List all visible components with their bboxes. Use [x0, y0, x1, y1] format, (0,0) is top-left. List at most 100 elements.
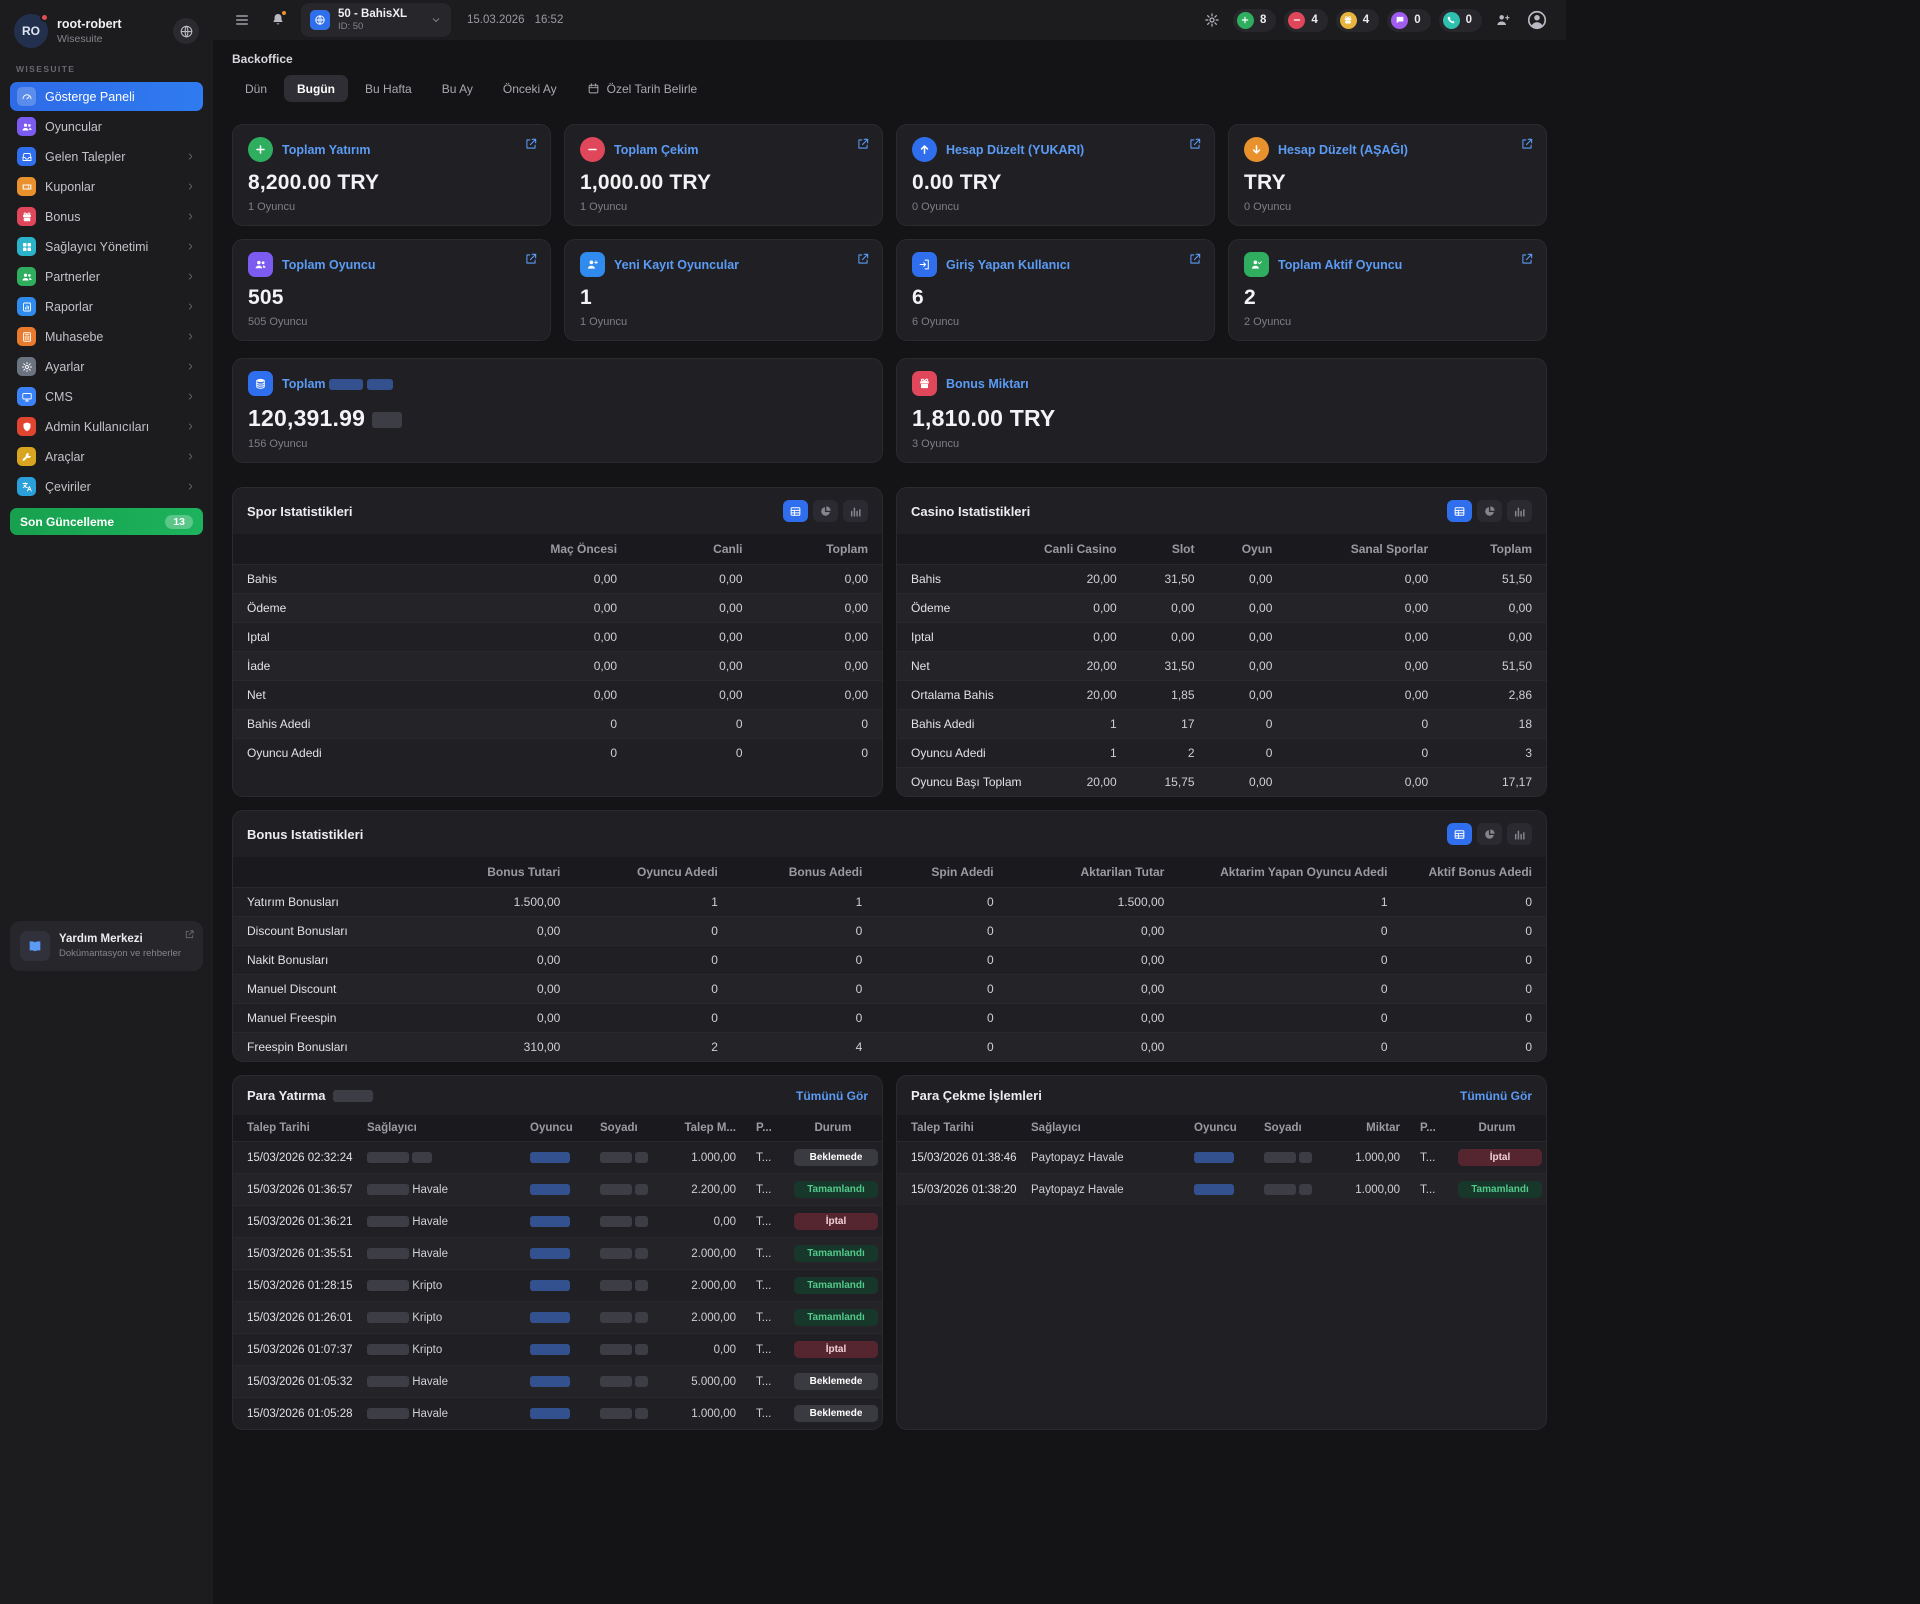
cell-value: 0,00 [757, 594, 882, 623]
user-subtitle: Wisesuite [57, 33, 122, 45]
redacted-text [1264, 1152, 1296, 1163]
sidebar-item-ayarlar[interactable]: Ayarlar [10, 352, 203, 381]
chat-icon [1391, 12, 1408, 29]
table-row: 15/03/2026 01:05:28 Havale 1.000,00T...B… [233, 1398, 882, 1430]
menu-toggle-button[interactable] [229, 7, 255, 33]
external-link-icon[interactable] [1520, 252, 1534, 266]
minus-icon [580, 137, 605, 162]
table-row: 15/03/2026 01:28:15 Kripto 2.000,00T...T… [233, 1270, 882, 1302]
filter-tab-bu-ay[interactable]: Bu Ay [429, 75, 486, 102]
site-selector[interactable]: 50 - BahisXL ID: 50 [301, 3, 451, 38]
avatar[interactable]: RO [14, 14, 48, 48]
bar-view-button[interactable] [1507, 500, 1532, 522]
cell-value: 0 [1402, 888, 1546, 917]
language-button[interactable] [173, 18, 199, 44]
bar-view-button[interactable] [1507, 823, 1532, 845]
cell-value: 1 [1027, 739, 1131, 768]
cell-status: İptal [784, 1206, 882, 1238]
redacted-text [367, 1376, 409, 1387]
view-all-link[interactable]: Tümünü Gör [796, 1089, 868, 1103]
chevron-right-icon [185, 391, 196, 402]
column-header [897, 534, 1027, 565]
sidebar-item-raporlar[interactable]: Raporlar [10, 292, 203, 321]
sidebar-item-partnerler[interactable]: Partnerler [10, 262, 203, 291]
table-view-button[interactable] [1447, 823, 1472, 845]
column-header: Oyuncu Adedi [574, 857, 732, 888]
counter-deposits[interactable]: 8 [1233, 9, 1276, 32]
filter-tab-özel-tarih-belirle[interactable]: Özel Tarih Belirle [574, 75, 710, 102]
table-row: Oyuncu Adedi12003 [897, 739, 1546, 768]
card-value: 0.00 TRY [912, 171, 1199, 195]
counter-withdrawals[interactable]: 4 [1284, 9, 1327, 32]
view-all-link[interactable]: Tümünü Gör [1460, 1089, 1532, 1103]
sidebar-item-oyuncular[interactable]: Oyuncular [10, 112, 203, 141]
cell-value: 1.500,00 [1008, 888, 1179, 917]
account-button[interactable] [1524, 7, 1550, 33]
sidebar-item-bonus[interactable]: Bonus [10, 202, 203, 231]
settings-button[interactable] [1199, 7, 1225, 33]
external-link-icon[interactable] [524, 137, 538, 151]
sidebar-item-kuponlar[interactable]: Kuponlar [10, 172, 203, 201]
topbar: 50 - BahisXL ID: 50 15.03.2026 16:52 844… [213, 0, 1566, 40]
filter-tab-bugün[interactable]: Bugün [284, 75, 348, 102]
column-header: Toplam [757, 534, 882, 565]
column-header: Talep Tarihi [233, 1115, 357, 1142]
counter-calls[interactable]: 0 [1439, 9, 1482, 32]
counter-bonuses[interactable]: 4 [1336, 9, 1379, 32]
redacted-text [635, 1312, 648, 1323]
sidebar-item-araçlar[interactable]: Araçlar [10, 442, 203, 471]
cell-value: 0,00 [506, 652, 631, 681]
bonus-stats-panel: Bonus Istatistikleri Bonus TutariOyuncu … [232, 810, 1547, 1062]
external-link-icon[interactable] [1188, 137, 1202, 151]
sidebar-item-admin-kullanıcıları[interactable]: Admin Kullanıcıları [10, 412, 203, 441]
row-label: Ödeme [233, 594, 506, 623]
external-link-icon[interactable] [856, 252, 870, 266]
redacted-text [600, 1376, 632, 1387]
filter-tab-dün[interactable]: Dün [232, 75, 280, 102]
gift-icon [912, 371, 937, 396]
redacted-text [600, 1216, 632, 1227]
table-view-button[interactable] [783, 500, 808, 522]
sidebar-item-gösterge-paneli[interactable]: Gösterge Paneli [10, 82, 203, 111]
sidebar-item-muhasebe[interactable]: Muhasebe [10, 322, 203, 351]
pie-view-button[interactable] [1477, 823, 1502, 845]
pie-view-button[interactable] [813, 500, 838, 522]
cell-provider: Paytopayz Havale [1021, 1174, 1184, 1206]
external-link-icon[interactable] [856, 137, 870, 151]
external-link-icon[interactable] [1520, 137, 1534, 151]
filter-tab-önceki-ay[interactable]: Önceki Ay [490, 75, 570, 102]
wide-cards-grid: Toplam 120,391.99 156 OyuncuBonus Miktar… [232, 358, 1547, 463]
row-label: Manuel Discount [233, 975, 417, 1004]
sidebar-item-son-guncelleme[interactable]: Son Güncelleme 13 [10, 508, 203, 535]
filter-tab-bu-hafta[interactable]: Bu Hafta [352, 75, 425, 102]
column-header: Talep M... [672, 1115, 746, 1142]
external-link-icon[interactable] [1188, 252, 1202, 266]
table-view-button[interactable] [1447, 500, 1472, 522]
redacted-text [600, 1152, 632, 1163]
table-row: Manuel Discount0,000000,0000 [233, 975, 1546, 1004]
table-row: Freespin Bonusları310,002400,0000 [233, 1033, 1546, 1062]
help-center-card[interactable]: Yardım Merkezi Dokümantasyon ve rehberle… [10, 921, 203, 971]
row-label: Oyuncu Başı Toplam [897, 768, 1027, 797]
sidebar-item-cms[interactable]: CMS [10, 382, 203, 411]
cell-surname-redacted [590, 1142, 672, 1174]
counter-value: 0 [1466, 14, 1472, 26]
table-row: Discount Bonusları0,000000,0000 [233, 917, 1546, 946]
sidebar-item-sağlayıcı-yönetimi[interactable]: Sağlayıcı Yönetimi [10, 232, 203, 261]
card-title: Toplam Aktif Oyuncu [1278, 258, 1402, 272]
pie-view-button[interactable] [1477, 500, 1502, 522]
redacted-text [1299, 1184, 1312, 1195]
counter-messages[interactable]: 0 [1387, 9, 1430, 32]
cell-surname-redacted [590, 1366, 672, 1398]
cell-provider: Havale [357, 1174, 520, 1206]
sidebar-item-çeviriler[interactable]: Çeviriler [10, 472, 203, 501]
notifications-button[interactable] [265, 7, 291, 33]
sidebar-item-gelen-talepler[interactable]: Gelen Talepler [10, 142, 203, 171]
add-user-button[interactable] [1490, 7, 1516, 33]
bar-view-button[interactable] [843, 500, 868, 522]
row-label: Oyuncu Adedi [897, 739, 1027, 768]
external-link-icon[interactable] [524, 252, 538, 266]
cell-request-date: 15/03/2026 01:05:32 [233, 1366, 357, 1398]
cell-value: 2 [574, 1033, 732, 1062]
table-row: Ödeme0,000,000,00 [233, 594, 882, 623]
